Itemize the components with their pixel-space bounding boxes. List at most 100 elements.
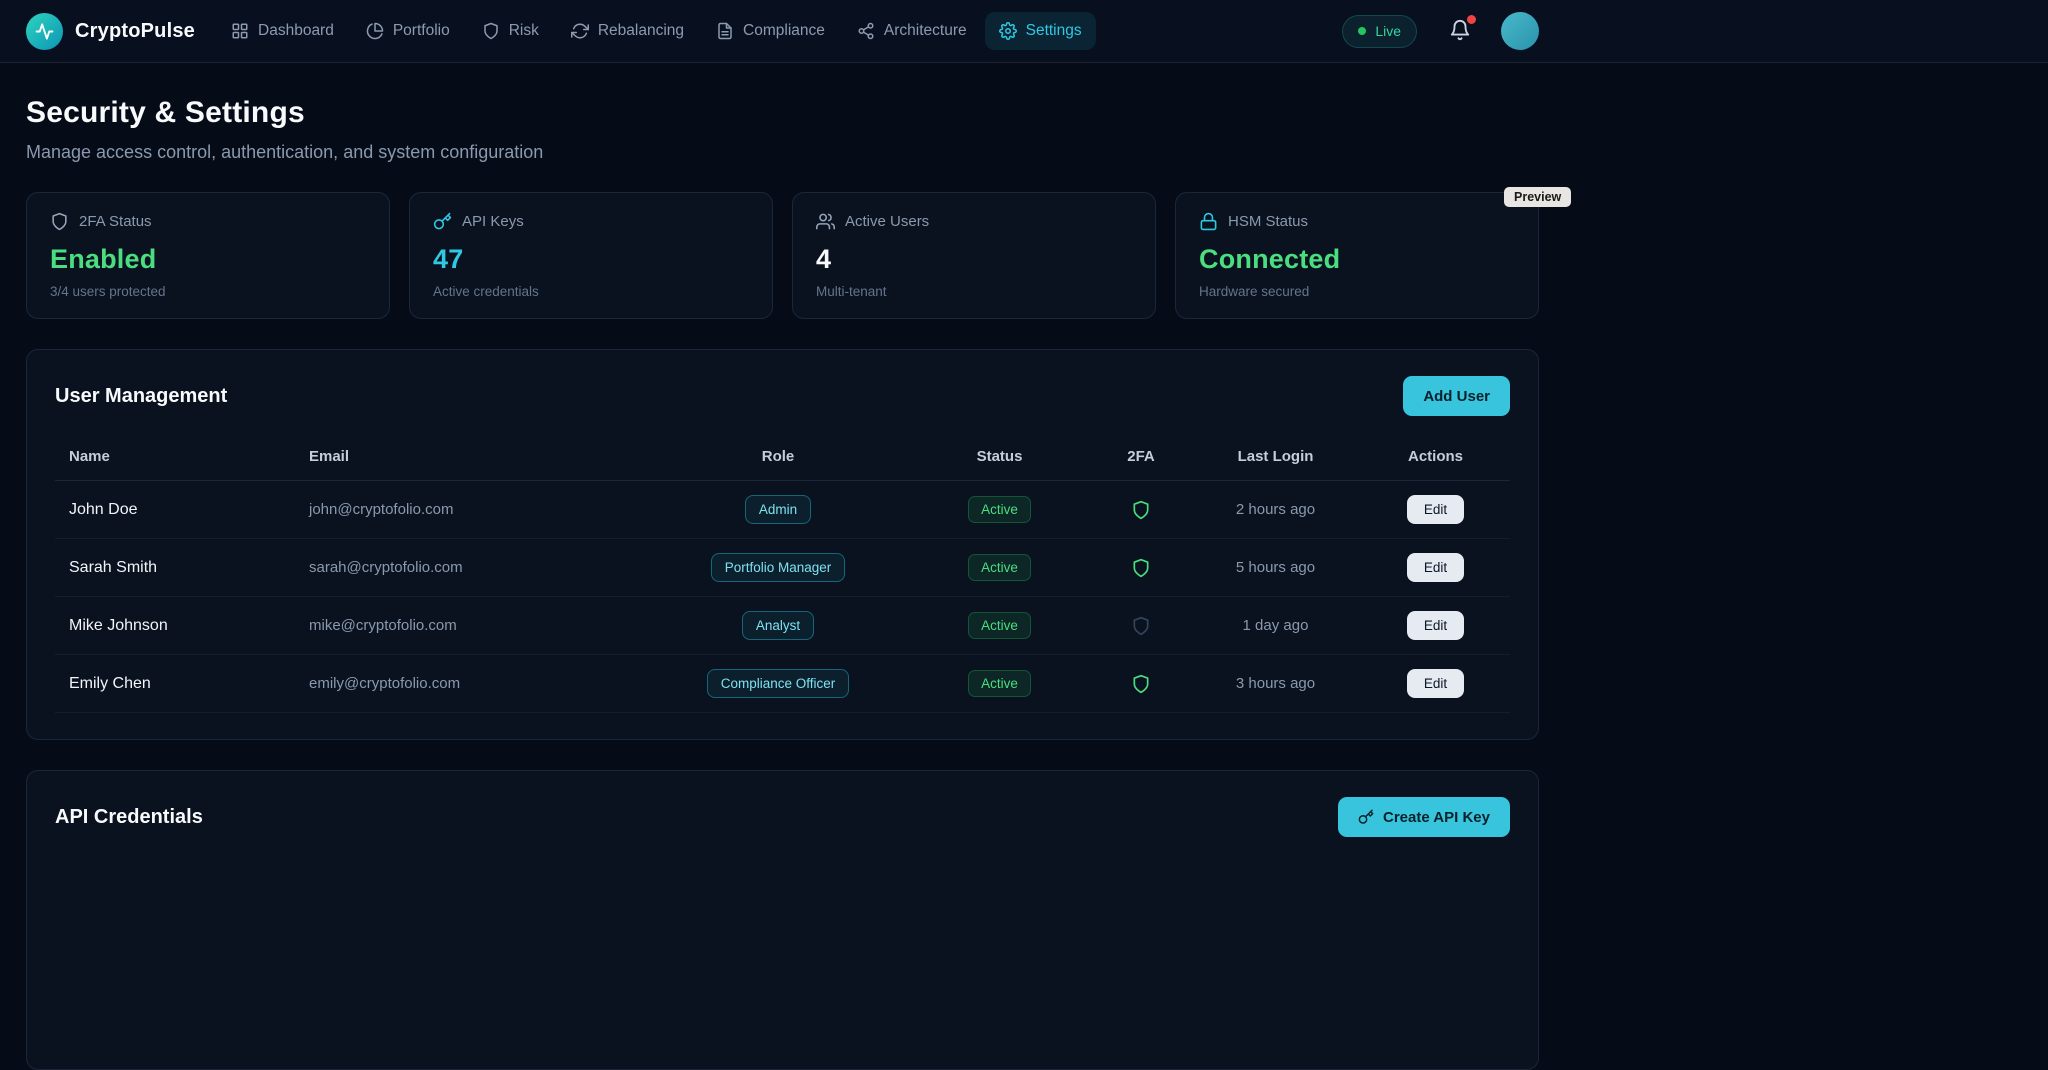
table-header-row: Name Email Role Status 2FA Last Login Ac… xyxy=(55,438,1510,481)
nav-label: Compliance xyxy=(743,22,825,40)
shield-icon xyxy=(50,212,69,231)
stat-value: Enabled xyxy=(50,244,366,275)
brand-name: CryptoPulse xyxy=(75,20,195,43)
live-label: Live xyxy=(1375,23,1401,39)
stat-label: HSM Status xyxy=(1228,213,1308,230)
column-header-email: Email xyxy=(295,448,643,465)
add-user-button[interactable]: Add User xyxy=(1403,376,1510,416)
logo-activity-icon xyxy=(26,13,63,50)
column-header-name: Name xyxy=(55,448,295,465)
status-badge: Active xyxy=(968,670,1031,697)
edit-user-button[interactable]: Edit xyxy=(1407,611,1464,640)
lock-icon xyxy=(1199,212,1218,231)
nav-item-portfolio[interactable]: Portfolio xyxy=(352,12,464,50)
notification-dot xyxy=(1467,15,1476,24)
nav-label: Dashboard xyxy=(258,22,334,40)
live-dot-icon xyxy=(1358,27,1366,35)
users-icon xyxy=(816,212,835,231)
main-content: Security & Settings Manage access contro… xyxy=(0,96,1565,1070)
user-name: Emily Chen xyxy=(55,675,295,693)
stat-value: Connected xyxy=(1199,244,1515,275)
page-title: Security & Settings xyxy=(26,96,1539,130)
last-login: 5 hours ago xyxy=(1196,559,1355,576)
table-row: Sarah Smith sarah@cryptofolio.com Portfo… xyxy=(55,539,1510,597)
user-avatar[interactable] xyxy=(1501,12,1539,50)
network-icon xyxy=(857,22,875,40)
table-row: John Doe john@cryptofolio.com Admin Acti… xyxy=(55,481,1510,539)
nav-item-dashboard[interactable]: Dashboard xyxy=(217,12,348,50)
stat-card-2fa-status: 2FA Status Enabled 3/4 users protected xyxy=(26,192,390,319)
role-badge: Analyst xyxy=(742,611,814,640)
user-email: emily@cryptofolio.com xyxy=(295,675,643,692)
pie-chart-icon xyxy=(366,22,384,40)
last-login: 1 day ago xyxy=(1196,617,1355,634)
edit-user-button[interactable]: Edit xyxy=(1407,495,1464,524)
live-status-badge: Live xyxy=(1342,15,1417,48)
column-header-last-login: Last Login xyxy=(1196,448,1355,465)
top-nav: CryptoPulse Dashboard Portfolio Risk Reb… xyxy=(0,0,2048,63)
create-api-key-label: Create API Key xyxy=(1383,809,1490,826)
stat-value: 4 xyxy=(816,244,1132,275)
stat-subtext: 3/4 users protected xyxy=(50,284,366,299)
table-row: Mike Johnson mike@cryptofolio.com Analys… xyxy=(55,597,1510,655)
status-badge: Active xyxy=(968,612,1031,639)
shield-icon xyxy=(482,22,500,40)
nav-item-architecture[interactable]: Architecture xyxy=(843,12,981,50)
main-nav-menu: Dashboard Portfolio Risk Rebalancing Com… xyxy=(217,12,1096,50)
last-login: 2 hours ago xyxy=(1196,501,1355,518)
user-management-panel: User Management Add User Name Email Role… xyxy=(26,349,1539,740)
twofa-shield-icon xyxy=(1131,674,1151,694)
api-credentials-panel: API Credentials Create API Key xyxy=(26,770,1539,1070)
brand-logo[interactable]: CryptoPulse xyxy=(26,13,195,50)
stat-card-api-keys: API Keys 47 Active credentials xyxy=(409,192,773,319)
nav-label: Risk xyxy=(509,22,539,40)
edit-user-button[interactable]: Edit xyxy=(1407,669,1464,698)
edit-user-button[interactable]: Edit xyxy=(1407,553,1464,582)
create-api-key-button[interactable]: Create API Key xyxy=(1338,797,1510,837)
nav-item-rebalancing[interactable]: Rebalancing xyxy=(557,12,698,50)
key-icon xyxy=(433,212,452,231)
stat-subtext: Multi-tenant xyxy=(816,284,1132,299)
user-email: mike@cryptofolio.com xyxy=(295,617,643,634)
grid-icon xyxy=(231,22,249,40)
status-badge: Active xyxy=(968,554,1031,581)
page-subtitle: Manage access control, authentication, a… xyxy=(26,142,1539,163)
status-badge: Active xyxy=(968,496,1031,523)
twofa-shield-icon xyxy=(1131,500,1151,520)
twofa-shield-icon xyxy=(1131,558,1151,578)
stat-subtext: Active credentials xyxy=(433,284,749,299)
role-badge: Admin xyxy=(745,495,811,524)
stat-value: 47 xyxy=(433,244,749,275)
key-icon xyxy=(1358,809,1374,825)
gear-icon xyxy=(999,22,1017,40)
nav-label: Rebalancing xyxy=(598,22,684,40)
last-login: 3 hours ago xyxy=(1196,675,1355,692)
user-table: Name Email Role Status 2FA Last Login Ac… xyxy=(55,438,1510,713)
user-email: sarah@cryptofolio.com xyxy=(295,559,643,576)
role-badge: Compliance Officer xyxy=(707,669,850,698)
column-header-actions: Actions xyxy=(1355,448,1516,465)
nav-item-settings[interactable]: Settings xyxy=(985,12,1096,50)
file-text-icon xyxy=(716,22,734,40)
role-badge: Portfolio Manager xyxy=(711,553,846,582)
stat-label: 2FA Status xyxy=(79,213,152,230)
preview-badge[interactable]: Preview xyxy=(1504,187,1571,207)
nav-label: Portfolio xyxy=(393,22,450,40)
column-header-role: Role xyxy=(643,448,913,465)
stats-row: 2FA Status Enabled 3/4 users protected A… xyxy=(26,192,1539,319)
stat-label: API Keys xyxy=(462,213,524,230)
column-header-2fa: 2FA xyxy=(1086,448,1196,465)
user-email: john@cryptofolio.com xyxy=(295,501,643,518)
nav-item-risk[interactable]: Risk xyxy=(468,12,553,50)
refresh-icon xyxy=(571,22,589,40)
nav-item-compliance[interactable]: Compliance xyxy=(702,12,839,50)
stat-subtext: Hardware secured xyxy=(1199,284,1515,299)
stat-label: Active Users xyxy=(845,213,929,230)
nav-label: Settings xyxy=(1026,22,1082,40)
nav-label: Architecture xyxy=(884,22,967,40)
stat-card-active-users: Active Users 4 Multi-tenant xyxy=(792,192,1156,319)
stat-card-hsm-status: HSM Status Connected Hardware secured xyxy=(1175,192,1539,319)
user-name: John Doe xyxy=(55,501,295,519)
notifications-button[interactable] xyxy=(1447,17,1473,46)
column-header-status: Status xyxy=(913,448,1086,465)
